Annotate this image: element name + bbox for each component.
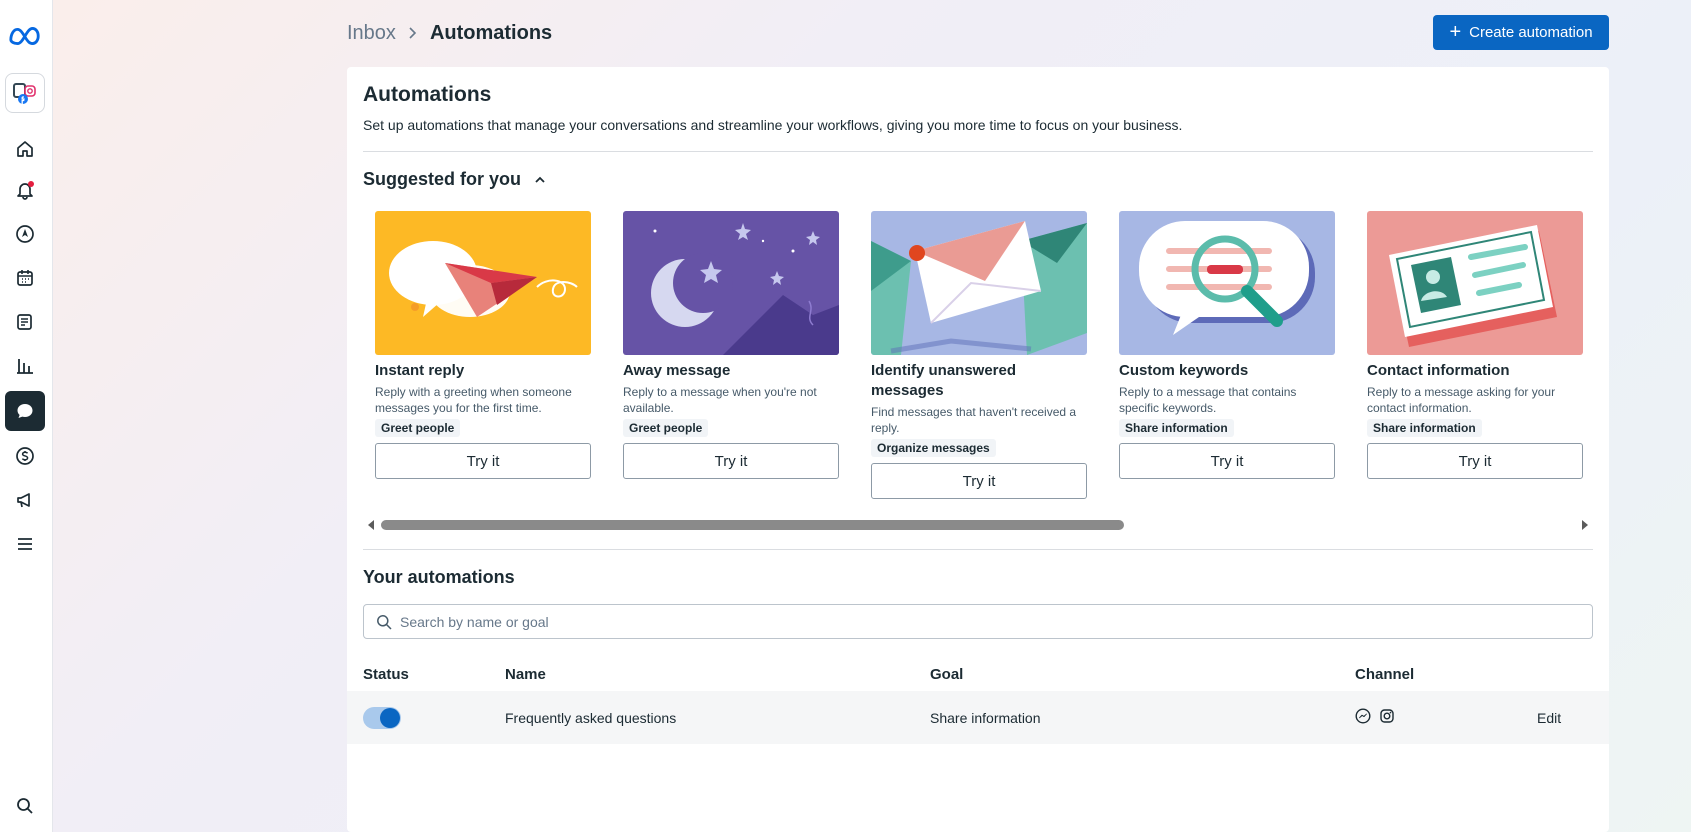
posts-icon[interactable] xyxy=(5,302,45,342)
panel-title: Automations xyxy=(363,83,492,106)
chevron-up-icon xyxy=(535,176,545,183)
breadcrumb: Inbox Automations xyxy=(347,20,552,46)
search-box xyxy=(363,604,1593,639)
search-icon xyxy=(377,614,392,630)
magnifier-illustration xyxy=(1119,211,1335,355)
plus-icon: + xyxy=(1449,20,1462,43)
divider xyxy=(363,549,1593,550)
envelopes-illustration xyxy=(871,211,1087,355)
card-tag: Greet people xyxy=(375,419,461,437)
moon-illustration xyxy=(623,211,839,355)
column-status[interactable]: Status xyxy=(363,666,409,683)
search-icon[interactable] xyxy=(5,786,45,826)
instagram-icon xyxy=(1380,709,1394,723)
card-description: Reply to a message when you're not avail… xyxy=(623,385,817,415)
suggested-toggle[interactable]: Suggested for you xyxy=(363,169,547,190)
create-automation-button[interactable]: + Create automation xyxy=(1433,15,1609,50)
try-it-button[interactable]: Try it xyxy=(375,443,591,479)
notifications-icon[interactable] xyxy=(5,170,45,210)
automation-name: Frequently asked questions xyxy=(505,710,677,726)
inbox-icon[interactable] xyxy=(5,391,45,431)
suggested-title: Suggested for you xyxy=(363,169,522,189)
calendar-icon[interactable] xyxy=(5,258,45,298)
table-row[interactable]: Frequently asked questions Share informa… xyxy=(347,691,1609,744)
card-description: Find messages that haven't received a re… xyxy=(871,405,1077,435)
suggested-card-custom-keywords: Custom keywords Reply to a message that … xyxy=(1119,211,1335,479)
try-it-button[interactable]: Try it xyxy=(871,463,1087,499)
breadcrumb-inbox[interactable]: Inbox xyxy=(347,22,396,45)
compass-icon[interactable] xyxy=(5,214,45,254)
edit-link[interactable]: Edit xyxy=(1537,710,1561,726)
card-title: Identify unanswered messages xyxy=(871,362,1017,399)
suggested-card-contact-information: Contact information Reply to a message a… xyxy=(1367,211,1583,479)
channel-icons xyxy=(1355,708,1395,724)
card-title: Away message xyxy=(623,362,731,379)
monetization-icon[interactable] xyxy=(5,436,45,476)
card-description: Reply to a message that contains specifi… xyxy=(1119,385,1297,415)
account-icon xyxy=(13,83,36,104)
messenger-icon xyxy=(1355,708,1371,724)
contact-card-illustration xyxy=(1367,211,1583,355)
automation-goal: Share information xyxy=(930,710,1041,726)
scrollbar-thumb[interactable] xyxy=(381,520,1124,530)
suggested-cards: Instant reply Reply with a greeting when… xyxy=(375,211,1595,501)
left-rail xyxy=(0,0,53,832)
paper-plane-illustration xyxy=(375,211,591,355)
cards-scrollbar[interactable] xyxy=(363,515,1593,535)
suggested-card-away-message: Away message Reply to a message when you… xyxy=(623,211,839,479)
menu-icon[interactable] xyxy=(5,524,45,564)
account-switcher[interactable] xyxy=(5,73,45,113)
create-automation-label: Create automation xyxy=(1469,24,1593,41)
try-it-button[interactable]: Try it xyxy=(1119,443,1335,479)
toggle-knob xyxy=(380,708,400,728)
card-description: Reply to a message asking for your conta… xyxy=(1367,385,1556,415)
divider xyxy=(363,151,1593,152)
try-it-button[interactable]: Try it xyxy=(623,443,839,479)
scroll-right-arrow-icon[interactable] xyxy=(1582,520,1588,530)
card-title: Contact information xyxy=(1367,362,1510,379)
chevron-right-icon xyxy=(406,26,420,40)
notification-dot xyxy=(28,181,34,187)
column-channel[interactable]: Channel xyxy=(1355,666,1414,683)
card-tag: Greet people xyxy=(623,419,709,437)
column-name[interactable]: Name xyxy=(505,666,546,683)
card-description: Reply with a greeting when someone messa… xyxy=(375,385,572,415)
status-toggle[interactable] xyxy=(363,707,401,729)
insights-icon[interactable] xyxy=(5,346,45,386)
card-tag: Share information xyxy=(1119,419,1234,437)
your-automations-title: Your automations xyxy=(363,567,515,587)
page-title: Automations xyxy=(429,21,553,44)
table-header: Status Name Goal Channel xyxy=(347,661,1609,691)
suggested-card-identify-unanswered: Identify unanswered messages Find messag… xyxy=(871,211,1087,499)
suggested-card-instant-reply: Instant reply Reply with a greeting when… xyxy=(375,211,591,479)
ads-icon[interactable] xyxy=(5,480,45,520)
card-tag: Organize messages xyxy=(871,439,996,457)
card-title: Instant reply xyxy=(375,362,465,379)
card-tag: Share information xyxy=(1367,419,1482,437)
automations-panel: Automations Set up automations that mana… xyxy=(347,67,1609,832)
home-icon[interactable] xyxy=(5,129,45,169)
meta-logo[interactable] xyxy=(5,16,45,56)
column-goal[interactable]: Goal xyxy=(930,666,963,683)
try-it-button[interactable]: Try it xyxy=(1367,443,1583,479)
search-input[interactable] xyxy=(400,613,1592,630)
panel-description: Set up automations that manage your conv… xyxy=(363,117,1183,133)
scroll-left-arrow-icon[interactable] xyxy=(368,520,374,530)
card-title: Custom keywords xyxy=(1119,362,1249,379)
